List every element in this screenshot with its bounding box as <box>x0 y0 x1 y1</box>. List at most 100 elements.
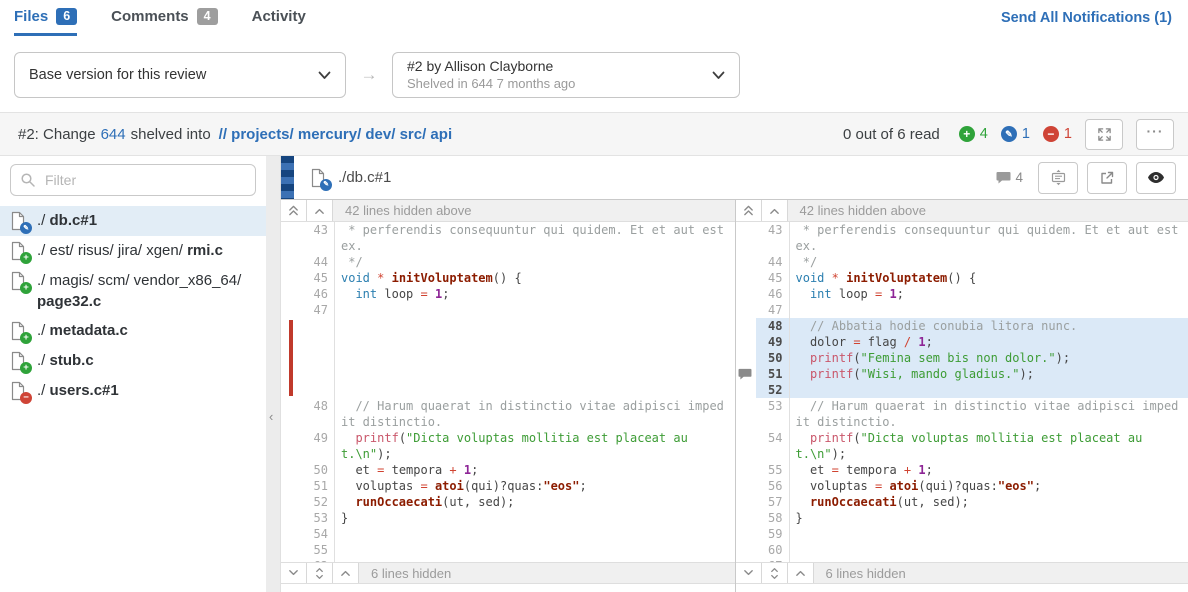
diff-line[interactable]: 52 runOccaecati(ut, sed); <box>281 494 735 510</box>
tab-activity[interactable]: Activity <box>252 8 306 33</box>
tab-files[interactable]: Files 6 <box>14 8 77 36</box>
fullscreen-button[interactable] <box>1085 119 1123 150</box>
mark-read-button[interactable] <box>1136 162 1176 194</box>
more-options-button[interactable]: ··· <box>1136 119 1174 150</box>
diff-line[interactable]: 50 et = tempora + 1; <box>281 462 735 478</box>
target-version-subtitle: Shelved in 644 7 months ago <box>407 76 575 92</box>
file-row[interactable]: +./ metadata.c <box>0 316 266 346</box>
file-comment-count[interactable]: 4 <box>996 170 1023 185</box>
expand-all-above-button[interactable] <box>281 200 307 221</box>
toggle-inline-comments-button[interactable] <box>1038 162 1078 194</box>
expand-below-button[interactable] <box>736 563 762 583</box>
diff-line[interactable]: 55 <box>281 542 735 558</box>
diff-line[interactable]: 45void * initVoluptatem() { <box>281 270 735 286</box>
more-options-icon: ··· <box>1147 123 1164 139</box>
hidden-lines-bar-top: 42 lines hidden above <box>281 200 735 222</box>
diff-line[interactable]: 53 // Harum quaerat in distinctio vitae … <box>736 398 1188 430</box>
expand-all-button[interactable] <box>762 563 788 583</box>
diff-line[interactable]: 43 * perferendis consequuntur qui quidem… <box>281 222 735 254</box>
sidebar-divider[interactable]: ‹ <box>266 156 280 592</box>
send-all-notifications-link[interactable]: Send All Notifications (1) <box>1001 10 1172 26</box>
diff-line[interactable]: 58} <box>736 510 1188 526</box>
chevron-down-icon <box>288 569 299 577</box>
hidden-lines-bar-top: 42 lines hidden above <box>736 200 1188 222</box>
line-gutter <box>281 526 301 542</box>
review-title-middle: shelved into <box>131 126 211 143</box>
collapse-sidebar-icon[interactable]: ‹ <box>269 409 273 424</box>
expand-up-button[interactable] <box>333 563 359 583</box>
file-path-label: ./ stub.c <box>37 350 260 371</box>
review-header-actions: 0 out of 6 read + 4 ✎ 1 − 1 ··· <box>843 119 1174 150</box>
line-gutter <box>736 366 756 382</box>
diff-file-title: ./db.c#1 <box>338 169 391 186</box>
base-version-select[interactable]: Base version for this review <box>14 52 346 98</box>
diff-line[interactable]: 49 printf("Dicta voluptas mollitia est p… <box>281 430 735 462</box>
diff-line[interactable]: 48 // Harum quaerat in distinctio vitae … <box>281 398 735 430</box>
diff-line[interactable]: 47 <box>736 302 1188 318</box>
diff-line[interactable]: 54 printf("Dicta voluptas mollitia est p… <box>736 430 1188 462</box>
line-number: 60 <box>756 542 790 558</box>
expand-some-above-button[interactable] <box>762 200 788 221</box>
line-gutter <box>736 382 756 398</box>
diff-line[interactable]: 49 dolor = flag / 1; <box>736 334 1188 350</box>
diff-line[interactable]: 46 int loop = 1; <box>736 286 1188 302</box>
file-list: ✎./ db.c#1+./ est/ risus/ jira/ xgen/ rm… <box>0 206 266 406</box>
line-code: } <box>335 510 735 526</box>
tab-comments[interactable]: Comments 4 <box>111 8 217 33</box>
diff-line[interactable]: 60 <box>736 542 1188 558</box>
line-code <box>790 542 1188 558</box>
diff-line[interactable]: 56 voluptas = atoi(qui)?quas:"eos"; <box>736 478 1188 494</box>
diff-line[interactable]: 46 int loop = 1; <box>281 286 735 302</box>
diff-line[interactable]: 44 */ <box>281 254 735 270</box>
chevron-up-icon <box>314 207 325 215</box>
expand-all-button[interactable] <box>307 563 333 583</box>
diff-line[interactable]: 50 printf("Femina sem bis non dolor."); <box>736 350 1188 366</box>
diff-line[interactable]: 47 <box>281 302 735 318</box>
filter-input[interactable] <box>10 164 256 196</box>
diff-line[interactable]: 51 voluptas = atoi(qui)?quas:"eos"; <box>281 478 735 494</box>
depot-path-link[interactable]: // projects/ mercury/ dev/ src/ api <box>219 126 452 143</box>
file-row[interactable]: +./ magis/ scm/ vendor_x86_64/ page32.c <box>0 266 266 316</box>
line-gutter <box>736 398 756 430</box>
diff-line[interactable]: 55 et = tempora + 1; <box>736 462 1188 478</box>
file-row[interactable]: −./ users.c#1 <box>0 376 266 406</box>
line-comment-bubble-icon[interactable] <box>738 368 752 380</box>
comment-bubble-icon <box>996 171 1011 184</box>
line-number: 49 <box>301 430 335 462</box>
expand-some-above-button[interactable] <box>307 200 333 221</box>
diff-line[interactable]: 45void * initVoluptatem() { <box>736 270 1188 286</box>
diff-line[interactable]: 51 printf("Wisi, mando gladius."); <box>736 366 1188 382</box>
line-code: // Harum quaerat in distinctio vitae adi… <box>790 398 1188 430</box>
diff-line[interactable]: 48 // Abbatia hodie conubia litora nunc. <box>736 318 1188 334</box>
line-code: et = tempora + 1; <box>790 462 1188 478</box>
diff-line[interactable]: 52 <box>736 382 1188 398</box>
line-number: 52 <box>756 382 790 398</box>
version-selector-row: Base version for this review → #2 by All… <box>14 52 1174 98</box>
open-in-new-window-button[interactable] <box>1087 162 1127 194</box>
diff-line[interactable]: 59 <box>736 526 1188 542</box>
review-header-bar: #2: Change 644 shelved into // projects/… <box>0 112 1188 156</box>
hidden-lines-bar-bottom: 6 lines hidden <box>736 562 1188 584</box>
expand-up-button[interactable] <box>788 563 814 583</box>
line-code: dolor = flag / 1; <box>790 334 1188 350</box>
file-comment-count-value: 4 <box>1015 170 1023 185</box>
diff-line[interactable]: 43 * perferendis consequuntur qui quidem… <box>736 222 1188 254</box>
file-row[interactable]: ✎./ db.c#1 <box>0 206 266 236</box>
file-row[interactable]: +./ est/ risus/ jira/ xgen/ rmi.c <box>0 236 266 266</box>
chevron-down-icon <box>712 71 725 80</box>
expand-all-above-button[interactable] <box>736 200 762 221</box>
diff-line[interactable]: 53} <box>281 510 735 526</box>
line-gutter <box>736 430 756 462</box>
diff-line[interactable]: 57 runOccaecati(ut, sed); <box>736 494 1188 510</box>
expand-below-button[interactable] <box>281 563 307 583</box>
line-number: 50 <box>301 462 335 478</box>
diff-line[interactable]: 44 */ <box>736 254 1188 270</box>
line-gutter <box>736 462 756 478</box>
line-number: 53 <box>301 510 335 526</box>
line-code: runOccaecati(ut, sed); <box>790 494 1188 510</box>
file-row[interactable]: +./ stub.c <box>0 346 266 376</box>
line-gutter <box>736 222 756 254</box>
target-version-select[interactable]: #2 by Allison Clayborne Shelved in 644 7… <box>392 52 740 98</box>
diff-line[interactable]: 54 <box>281 526 735 542</box>
change-number-link[interactable]: 644 <box>101 126 126 143</box>
